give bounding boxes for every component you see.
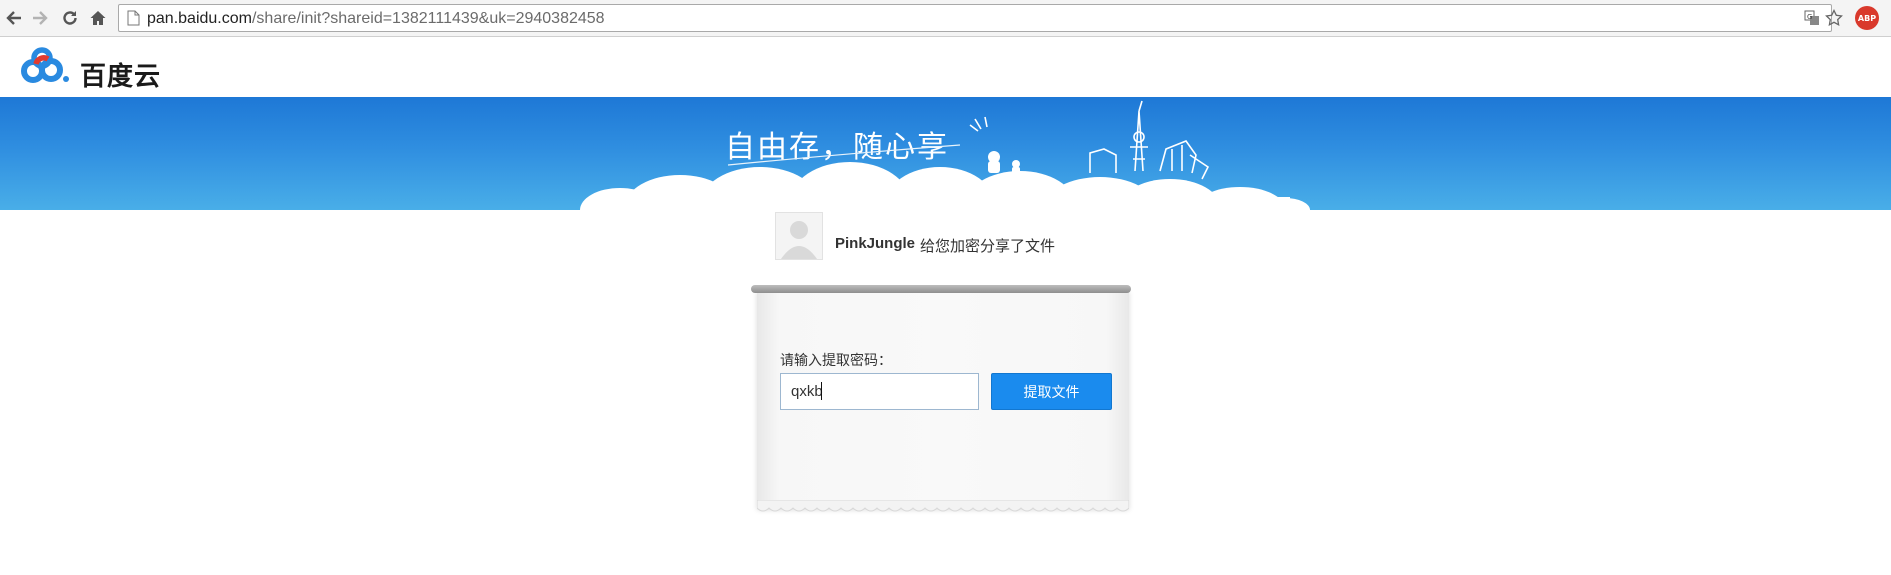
translate-icon[interactable]: G [1800, 6, 1824, 30]
back-icon[interactable] [2, 6, 26, 30]
baidu-cloud-logo-icon[interactable] [18, 47, 74, 92]
home-icon[interactable] [86, 6, 110, 30]
avatar[interactable] [775, 212, 823, 260]
bookmark-star-icon[interactable] [1822, 6, 1846, 30]
share-message: 给您加密分享了文件 [920, 237, 1056, 255]
site-header: 百度云 [0, 37, 1891, 97]
logo-text[interactable]: 百度云 [80, 56, 161, 93]
banner-slogan: 自由存，随心享 [725, 130, 949, 165]
sharer-name[interactable]: PinkJungle [835, 235, 915, 252]
extract-file-button[interactable]: 提取文件 [991, 373, 1112, 410]
svg-text:G: G [1807, 13, 1812, 21]
card-top-bar [751, 285, 1131, 293]
card-torn-edge [757, 500, 1129, 512]
reload-icon[interactable] [58, 6, 82, 30]
adblock-icon[interactable]: ABP [1855, 6, 1879, 30]
text-caret [821, 382, 822, 400]
password-label: 请输入提取密码： [780, 353, 892, 369]
banner-illustration: 自由存，随心享 [580, 100, 1310, 210]
forward-icon[interactable] [28, 6, 52, 30]
banner: 自由存，随心享 [0, 97, 1891, 210]
address-bar[interactable]: pan.baidu.com/share/init?shareid=1382111… [118, 4, 1832, 32]
browser-toolbar: pan.baidu.com/share/init?shareid=1382111… [0, 0, 1891, 37]
password-input[interactable] [780, 373, 979, 410]
page-icon [127, 10, 140, 31]
url-text: pan.baidu.com/share/init?shareid=1382111… [147, 10, 605, 27]
